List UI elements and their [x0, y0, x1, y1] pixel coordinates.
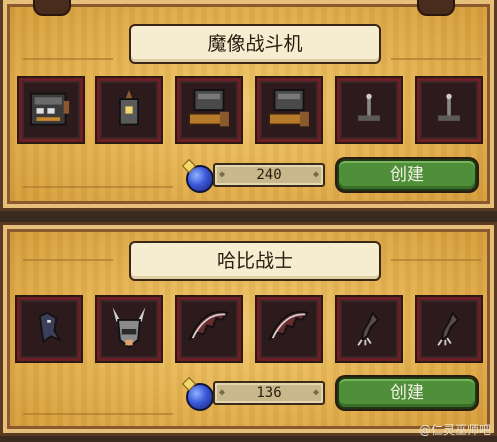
ornament-line [391, 259, 481, 261]
ornament-line [23, 58, 113, 60]
ornament-line [23, 413, 173, 415]
golem-furnace-icon [30, 92, 70, 126]
part-slot-5[interactable] [337, 297, 401, 361]
harpy-body-icon [38, 311, 63, 344]
ornament-line [23, 259, 113, 261]
cost-value: 240 [213, 163, 325, 187]
lantern-core-icon [119, 90, 139, 126]
part-slot-6[interactable] [417, 78, 481, 142]
part-slot-3[interactable] [177, 297, 241, 361]
mana-orb-icon [186, 383, 214, 411]
part-slot-4[interactable] [257, 297, 321, 361]
armored-chest-arm-icon [188, 89, 229, 127]
bat-wing-icon [188, 311, 229, 341]
watermark: @仁灵巫师吧 [418, 423, 491, 437]
part-slot-2[interactable] [97, 78, 161, 142]
part-slot-3[interactable] [177, 78, 241, 142]
part-slot-5[interactable] [337, 78, 401, 142]
recipe-title: 魔像战斗机 [129, 24, 381, 64]
horned-helmet-icon [112, 307, 146, 349]
hanger-right [417, 0, 455, 16]
mana-orb-icon [186, 165, 214, 193]
part-slot-6[interactable] [417, 297, 481, 361]
part-slot-2[interactable] [97, 297, 161, 361]
bat-wing-icon [268, 311, 309, 341]
part-slot-1[interactable] [17, 297, 81, 361]
create-button[interactable]: 创建 [337, 159, 477, 191]
armored-chest-arm-icon [268, 89, 309, 127]
ornament-line [391, 58, 481, 60]
lever-icon [358, 93, 380, 121]
recipe-card-2: 哈比战士 ◆ 136 ◆ 创建 [0, 222, 497, 436]
recipe-title: 哈比战士 [129, 241, 381, 281]
talon-icon [437, 310, 460, 346]
create-button[interactable]: 创建 [337, 377, 477, 409]
talon-icon [357, 310, 380, 346]
part-slot-1[interactable] [19, 78, 83, 142]
ornament-line [23, 186, 173, 188]
recipe-card-1: 魔像战斗机 ◆ 240 ◆ 创建 [0, 0, 497, 211]
hanger-left [33, 0, 71, 16]
cost-value: 136 [213, 381, 325, 405]
lever-icon [438, 93, 460, 121]
part-slot-4[interactable] [257, 78, 321, 142]
